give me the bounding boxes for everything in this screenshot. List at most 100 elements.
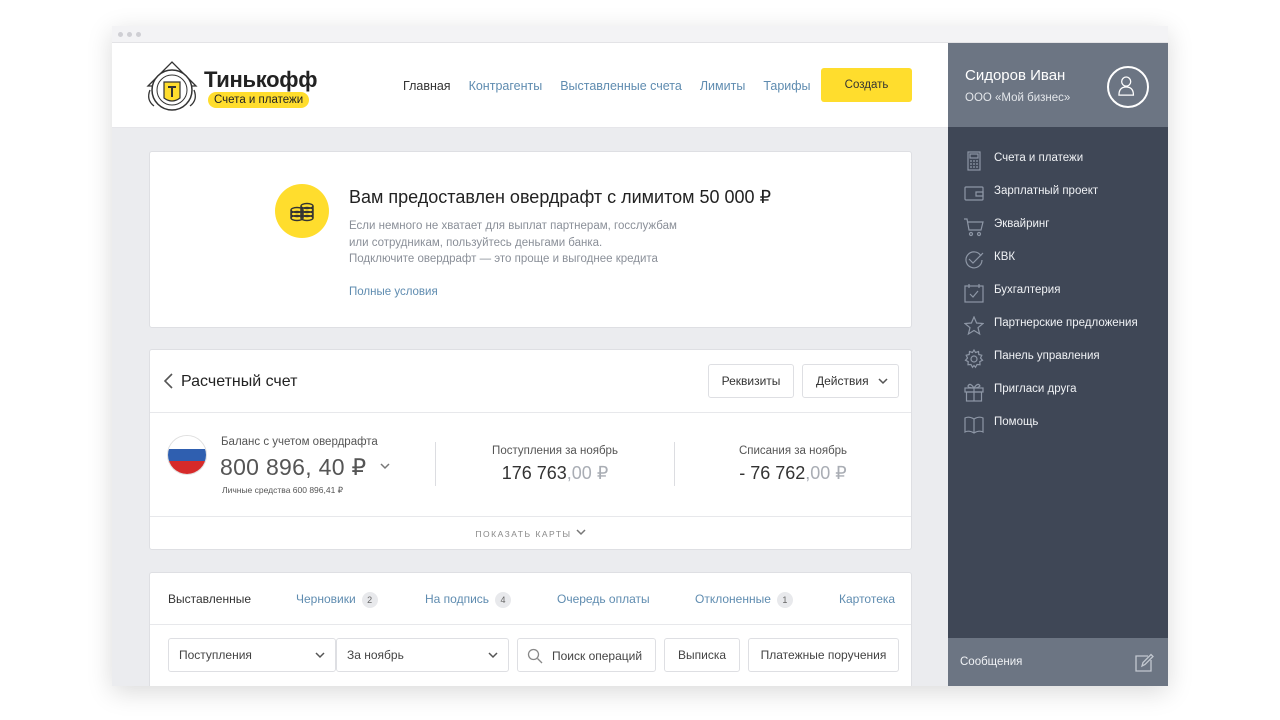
user-name: Сидоров Иван xyxy=(965,67,1066,84)
count-badge: 4 xyxy=(495,592,512,608)
tab-label: Отклоненные xyxy=(695,592,771,606)
show-cards-label: ПОКАЗАТЬ КАРТЫ xyxy=(475,529,572,539)
sidebar-item-help[interactable]: Помощь xyxy=(948,415,1168,448)
tab-rejected[interactable]: Отклоненные 1 xyxy=(695,592,793,608)
user-profile[interactable]: Сидоров Иван ООО «Мой бизнес» xyxy=(948,43,1168,127)
window-chrome xyxy=(112,26,1168,43)
sidebar-item-label: Партнерские предложения xyxy=(994,317,1138,329)
nav-invoices[interactable]: Выставленные счета xyxy=(560,79,682,93)
expense-main: - 76 762 xyxy=(739,463,806,483)
sidebar-item-label: Зарплатный проект xyxy=(994,185,1099,197)
sidebar-item-accounts[interactable]: Счета и платежи xyxy=(948,151,1168,184)
sidebar-item-invite-friend[interactable]: Пригласи друга xyxy=(948,382,1168,415)
search-icon xyxy=(527,648,543,664)
expense-cents: ,00 ₽ xyxy=(805,463,847,483)
messages-label: Сообщения xyxy=(960,656,1023,668)
wallet-icon xyxy=(964,186,984,201)
tab-label: Черновики xyxy=(296,592,356,606)
tab-label: На подпись xyxy=(425,592,490,606)
calculator-icon xyxy=(967,151,981,171)
nav-home[interactable]: Главная xyxy=(403,79,451,93)
expense-label: Списания за ноябрь xyxy=(738,445,848,457)
check-circle-icon xyxy=(965,251,984,269)
overdraft-promo-card: Вам предоставлен овердрафт с лимитом 50 … xyxy=(149,151,912,328)
main-nav: Главная Контрагенты Выставленные счета Л… xyxy=(403,79,811,93)
account-header: Расчетный счет Реквизиты Действия xyxy=(150,350,911,413)
browser-window: Тинькофф Счета и платежи Главная Контраг… xyxy=(112,26,1168,686)
promo-line: или сотрудникам, пользуйтесь деньгами ба… xyxy=(349,236,603,249)
gear-icon xyxy=(964,349,984,369)
count-badge: 1 xyxy=(776,592,793,608)
sidebar-item-label: КВК xyxy=(994,251,1016,263)
create-button[interactable]: Создать xyxy=(821,68,912,102)
tab-drafts[interactable]: Черновики 2 xyxy=(296,592,378,608)
account-title: Расчетный счет xyxy=(181,373,298,390)
payment-orders-button[interactable]: Платежные поручения xyxy=(748,638,899,672)
show-cards-toggle[interactable]: ПОКАЗАТЬ КАРТЫ xyxy=(150,516,911,550)
promo-title: Вам предоставлен овердрафт с лимитом 50 … xyxy=(349,187,772,207)
type-filter-value: Поступления xyxy=(179,648,252,662)
count-badge: 2 xyxy=(361,592,378,608)
sidebar-item-label: Помощь xyxy=(994,416,1039,428)
tab-card-index[interactable]: Картотека xyxy=(839,592,895,606)
promo-line: Если немного не хватает для выплат партн… xyxy=(349,220,677,232)
sidebar-item-accounting[interactable]: Бухгалтерия xyxy=(948,283,1168,316)
tab-for-signature[interactable]: На подпись 4 xyxy=(425,592,512,608)
account-card: Расчетный счет Реквизиты Действия Баланс… xyxy=(149,349,912,550)
tab-issued[interactable]: Выставленные xyxy=(168,592,251,606)
requisites-button[interactable]: Реквизиты xyxy=(708,364,794,398)
main-content: Тинькофф Счета и платежи Главная Контраг… xyxy=(112,43,948,686)
divider xyxy=(435,442,436,486)
tab-label: Картотека xyxy=(839,592,896,606)
sidebar-item-acquiring[interactable]: Эквайринг xyxy=(948,217,1168,250)
russia-flag-icon xyxy=(167,435,207,475)
back-chevron-icon[interactable] xyxy=(162,372,176,390)
compose-icon[interactable] xyxy=(1134,653,1154,673)
balance-label: Баланс с учетом овердрафта xyxy=(221,436,378,448)
sidebar: Сидоров Иван ООО «Мой бизнес» Счета и пл… xyxy=(948,43,1168,686)
brand-name: Тинькофф xyxy=(204,67,318,92)
window-dot xyxy=(127,32,132,37)
top-bar: Тинькофф Счета и платежи Главная Контраг… xyxy=(112,43,948,128)
actions-dropdown[interactable]: Действия xyxy=(802,364,899,398)
sidebar-item-kvk[interactable]: КВК xyxy=(948,250,1168,283)
actions-label: Действия xyxy=(816,374,869,388)
period-filter-value: За ноябрь xyxy=(347,648,404,662)
operations-tabs: Выставленные Черновики 2 На подпись 4 Очер… xyxy=(150,573,911,625)
user-organization: ООО «Мой бизнес» xyxy=(965,92,1071,104)
balance-value: 800 896, 40 ₽ xyxy=(220,454,367,480)
messages-bar[interactable]: Сообщения xyxy=(948,638,1168,686)
sidebar-item-label: Эквайринг xyxy=(994,218,1050,230)
personal-funds: Личные средства 600 896,41 ₽ xyxy=(222,485,344,495)
statement-button[interactable]: Выписка xyxy=(664,638,740,672)
chevron-down-icon xyxy=(576,529,586,536)
search-input[interactable]: Поиск операций xyxy=(517,638,656,672)
chevron-down-icon xyxy=(878,378,888,385)
tab-payment-queue[interactable]: Очередь оплаты xyxy=(557,592,650,606)
star-icon xyxy=(964,316,984,336)
full-terms-link[interactable]: Полные условия xyxy=(349,286,438,298)
sidebar-item-label: Счета и платежи xyxy=(994,152,1084,164)
chevron-down-icon[interactable] xyxy=(380,463,390,470)
sidebar-item-label: Панель управления xyxy=(994,350,1100,362)
promo-line: Подключите овердрафт — это проще и выгод… xyxy=(349,253,658,265)
nav-tariffs[interactable]: Тарифы xyxy=(763,79,810,93)
sidebar-item-salary[interactable]: Зарплатный проект xyxy=(948,184,1168,217)
sidebar-menu: Счета и платежи Зарплатный проект Эквайр… xyxy=(948,151,1168,448)
sidebar-item-label: Пригласи друга xyxy=(994,383,1077,395)
user-avatar-icon[interactable] xyxy=(1107,66,1149,108)
cart-icon xyxy=(964,218,984,237)
divider xyxy=(674,442,675,486)
sidebar-item-partner-offers[interactable]: Партнерские предложения xyxy=(948,316,1168,349)
nav-counterparties[interactable]: Контрагенты xyxy=(469,79,543,93)
gift-icon xyxy=(964,383,984,402)
brand-subtitle: Счета и платежи xyxy=(208,92,310,108)
type-filter-select[interactable]: Поступления xyxy=(168,638,336,672)
window-dot xyxy=(118,32,123,37)
sidebar-item-control-panel[interactable]: Панель управления xyxy=(948,349,1168,382)
chevron-down-icon xyxy=(315,652,325,659)
sidebar-item-label: Бухгалтерия xyxy=(994,284,1061,296)
promo-description: Если немного не хватает для выплат партн… xyxy=(349,218,677,268)
nav-limits[interactable]: Лимиты xyxy=(700,79,745,93)
period-filter-select[interactable]: За ноябрь xyxy=(336,638,509,672)
